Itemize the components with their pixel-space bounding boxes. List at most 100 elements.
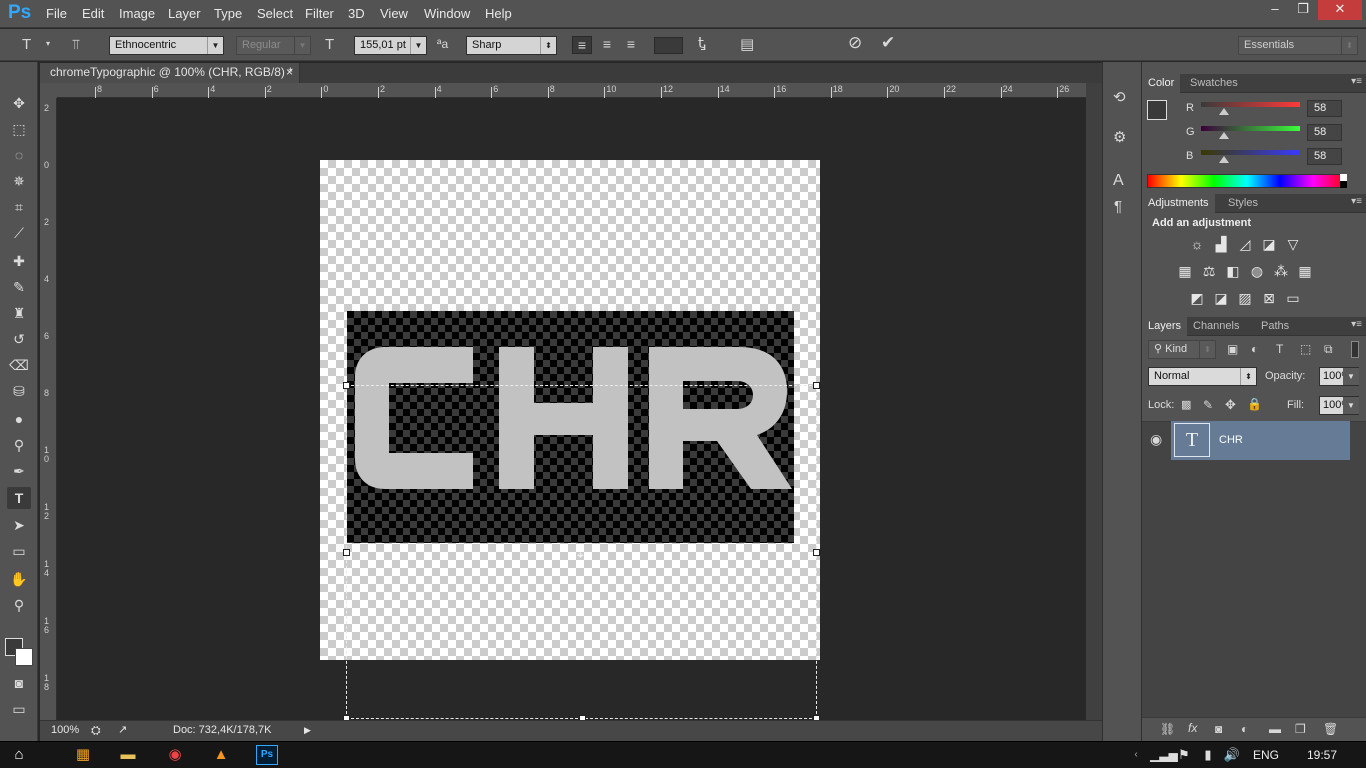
chrome-icon[interactable]: ◉ — [165, 745, 185, 765]
signal-icon[interactable]: ▁▃▅ — [1150, 745, 1178, 765]
align-left-icon[interactable]: ≡ — [572, 36, 592, 54]
red-slider[interactable] — [1201, 102, 1300, 107]
new-adjustment-layer-icon[interactable]: ◐ — [1241, 722, 1248, 736]
new-layer-icon[interactable]: ❐ — [1295, 722, 1306, 736]
font-size-select[interactable]: 155,01 pt ▼ — [354, 36, 427, 55]
green-slider[interactable] — [1201, 126, 1300, 131]
quick-mask-icon[interactable]: ◙ — [7, 672, 31, 694]
status-options-icon[interactable]: ⛭ — [91, 721, 101, 740]
chevron-down-icon[interactable]: ▾ — [46, 39, 50, 48]
lock-pixels-icon[interactable]: ✎ — [1203, 398, 1213, 412]
menu-select[interactable]: Select — [257, 6, 293, 21]
clock[interactable]: 19:57 — [1307, 748, 1337, 762]
green-slider-thumb[interactable] — [1218, 132, 1229, 139]
history-panel-icon[interactable]: ⟲ — [1113, 88, 1126, 106]
layer-filter-select[interactable]: ⚲ Kind ⬍ — [1148, 340, 1216, 359]
menu-layer[interactable]: Layer — [168, 6, 201, 21]
close-icon[interactable]: × — [286, 63, 293, 82]
background-color-swatch[interactable] — [15, 648, 33, 666]
magic-wand-tool-icon[interactable]: ✵ — [7, 170, 31, 192]
path-selection-tool-icon[interactable]: ➤ — [7, 514, 31, 536]
export-icon[interactable]: ↗ — [118, 721, 127, 740]
clone-stamp-tool-icon[interactable]: ♜ — [7, 302, 31, 324]
menu-file[interactable]: File — [46, 6, 67, 21]
move-tool-icon[interactable]: ✥ — [7, 92, 31, 114]
lock-all-icon[interactable]: 🔒 — [1247, 397, 1262, 411]
screen-mode-icon[interactable]: ▭ — [7, 698, 31, 720]
character-panel-icon[interactable]: ▤ — [740, 35, 754, 53]
spectrum-white-swatch[interactable] — [1340, 174, 1347, 181]
menu-edit[interactable]: Edit — [82, 6, 104, 21]
home-icon[interactable]: ⌂ — [9, 745, 29, 765]
warp-text-icon[interactable]: Ꮏ — [698, 35, 706, 52]
text-color-swatch[interactable] — [654, 37, 683, 54]
close-button[interactable]: ✕ — [1318, 0, 1362, 20]
vertical-ruler[interactable]: 2 0 2 4 6 8 1 0 1 2 1 4 1 6 1 8 — [40, 98, 57, 720]
paragraph-panel-icon[interactable]: ¶ — [1114, 198, 1122, 215]
channel-mixer-icon[interactable]: ⁂ — [1272, 263, 1290, 279]
filter-shape-icon[interactable]: ⬚ — [1300, 342, 1311, 356]
brightness-contrast-icon[interactable]: ☼ — [1188, 236, 1206, 252]
chevron-left-icon[interactable]: ‹ — [1126, 745, 1146, 765]
tab-layers[interactable]: Layers — [1142, 317, 1188, 336]
threshold-icon[interactable]: ▨ — [1236, 290, 1254, 306]
photoshop-taskbar-icon[interactable]: Ps — [256, 745, 278, 765]
antialias-select[interactable]: Sharp ⬍ — [466, 36, 557, 55]
chevron-down-icon[interactable]: ▼ — [1343, 368, 1359, 385]
filter-adjustment-icon[interactable]: ◐ — [1251, 342, 1258, 356]
color-lookup-icon[interactable]: ▦ — [1296, 263, 1314, 279]
panel-menu-icon[interactable]: ▾≡ — [1351, 196, 1362, 207]
posterize-icon[interactable]: ◪ — [1212, 290, 1230, 306]
transform-handle[interactable] — [813, 382, 820, 389]
panel-menu-icon[interactable]: ▾≡ — [1351, 76, 1362, 87]
color-balance-icon[interactable]: ⚖ — [1200, 263, 1218, 279]
type-tool-icon[interactable]: T — [7, 487, 31, 509]
color-spectrum-ramp[interactable] — [1147, 174, 1347, 188]
blue-slider[interactable] — [1201, 150, 1300, 155]
font-style-select[interactable]: Regular ▼ — [236, 36, 311, 55]
crop-tool-icon[interactable]: ⌗ — [7, 196, 31, 218]
horizontal-ruler[interactable]: 8 6 4 2 0 2 4 6 8 10 12 14 16 18 20 22 24 26 — [57, 83, 1086, 98]
history-brush-tool-icon[interactable]: ↺ — [7, 328, 31, 350]
marquee-tool-icon[interactable]: ⬚ — [7, 118, 31, 140]
blur-tool-icon[interactable]: ● — [7, 408, 31, 430]
hue-saturation-icon[interactable]: ▦ — [1176, 263, 1194, 279]
pen-tool-icon[interactable]: ✒ — [7, 460, 31, 482]
paint-bucket-tool-icon[interactable]: ⛁ — [7, 380, 31, 402]
type-tool-preset-icon[interactable]: T — [22, 36, 31, 53]
delete-layer-icon[interactable]: 🗑 — [1323, 722, 1338, 736]
levels-icon[interactable]: ▟ — [1212, 236, 1230, 252]
align-center-icon[interactable]: ≡ — [597, 36, 617, 52]
menu-type[interactable]: Type — [214, 6, 242, 21]
align-right-icon[interactable]: ≡ — [621, 36, 641, 52]
menu-3d[interactable]: 3D — [348, 6, 365, 21]
filter-toggle[interactable] — [1351, 341, 1359, 358]
add-mask-icon[interactable]: ◙ — [1215, 722, 1222, 736]
curves-icon[interactable]: ◿ — [1236, 236, 1254, 252]
exposure-icon[interactable]: ◪ — [1260, 236, 1278, 252]
healing-brush-tool-icon[interactable]: ✚ — [7, 250, 31, 272]
red-slider-thumb[interactable] — [1218, 108, 1229, 115]
selective-color-icon[interactable]: ⊠ — [1260, 290, 1278, 306]
green-value-input[interactable]: 58 — [1307, 124, 1342, 141]
tab-channels[interactable]: Channels — [1187, 317, 1245, 336]
tab-adjustments[interactable]: Adjustments — [1142, 194, 1215, 213]
lock-position-icon[interactable]: ✥ — [1225, 397, 1236, 413]
toggle-text-orientation-icon[interactable]: ⫪ — [72, 36, 80, 53]
cancel-edit-icon[interactable]: ⊘ — [848, 33, 862, 53]
blue-value-input[interactable]: 58 — [1307, 148, 1342, 165]
menu-help[interactable]: Help — [485, 6, 512, 21]
tab-swatches[interactable]: Swatches — [1184, 74, 1244, 93]
lock-transparency-icon[interactable]: ▩ — [1181, 398, 1191, 411]
rectangle-tool-icon[interactable]: ▭ — [7, 540, 31, 562]
panel-menu-icon[interactable]: ▾≡ — [1351, 319, 1362, 330]
reference-point-icon[interactable]: ⌖ — [577, 548, 584, 563]
transform-handle[interactable] — [343, 549, 350, 556]
minimize-button[interactable]: – — [1262, 0, 1288, 20]
volume-icon[interactable]: 🔊 — [1222, 745, 1242, 765]
properties-panel-icon[interactable]: ⚙ — [1113, 128, 1126, 146]
black-white-icon[interactable]: ◧ — [1224, 263, 1242, 279]
menu-filter[interactable]: Filter — [305, 6, 334, 21]
invert-icon[interactable]: ◩ — [1188, 290, 1206, 306]
eraser-tool-icon[interactable]: ⌫ — [7, 354, 31, 376]
